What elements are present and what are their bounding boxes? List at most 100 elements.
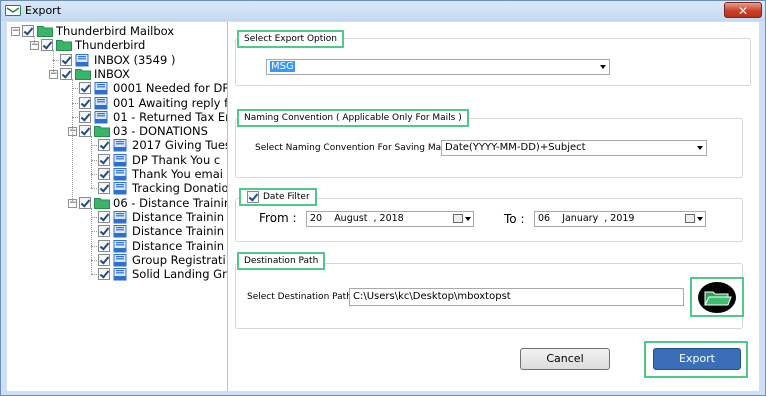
tree-node-label: Solid Landing Gr (132, 267, 227, 282)
tree-checkbox[interactable] (98, 239, 110, 252)
tree-node[interactable]: Solid Landing Gr (7, 267, 227, 282)
mail-icon (113, 268, 127, 281)
tree-node-label: Distance Trainin (132, 209, 225, 224)
tree-node[interactable]: Tracking Donatio (7, 181, 227, 196)
destination-label: Select Destination Path (247, 292, 352, 302)
from-month: August (334, 213, 368, 224)
tree-node[interactable]: Distance Trainin (7, 210, 227, 225)
tree-node-label: DP Thank You c (132, 152, 221, 167)
naming-convention-dropdown[interactable]: Date(YYYY-MM-DD)+Subject (441, 140, 707, 156)
tree-checkbox[interactable] (22, 25, 34, 37)
tree-checkbox[interactable] (98, 139, 110, 152)
tree-node-label: 0001 Needed for DP (113, 81, 228, 96)
to-date-picker[interactable]: 06 January , 2019 (534, 211, 706, 227)
tree-node[interactable]: − INBOX (7, 67, 227, 82)
tree-checkbox[interactable] (79, 96, 91, 109)
mail-icon (94, 96, 108, 110)
tree-checkbox[interactable] (98, 168, 110, 180)
tree-node-label: Thank You emai (132, 167, 223, 181)
tree-node-label: 2017 Giving Tues (132, 138, 228, 153)
tree-checkbox[interactable] (79, 110, 91, 123)
window-title: Export (25, 4, 62, 17)
calendar-icon[interactable] (453, 214, 463, 223)
mail-icon (75, 53, 89, 67)
chevron-down-icon (600, 65, 606, 69)
folder-tree[interactable]: − Thunderbird Mailbox − Thunderbird INBOX (3… (7, 22, 228, 391)
tree-checkbox[interactable] (98, 210, 110, 223)
destination-legend: Destination Path (237, 252, 326, 270)
chevron-down-icon (465, 217, 471, 221)
tree-node-label: Group Registrati (132, 252, 226, 267)
tree-checkbox[interactable] (79, 82, 91, 95)
mail-icon (94, 110, 108, 124)
cancel-button[interactable]: Cancel (520, 348, 610, 370)
from-date-picker[interactable]: 20 August , 2018 (306, 211, 474, 227)
tree-node[interactable]: 01 - Returned Tax Er (7, 110, 227, 125)
to-month: January (562, 213, 599, 224)
from-day: 20 (310, 213, 323, 224)
tree-node[interactable]: Group Registrati (7, 253, 227, 268)
tree-checkbox[interactable] (98, 225, 110, 238)
tree-checkbox[interactable] (60, 53, 72, 66)
mail-icon (113, 139, 127, 152)
folder-open-icon[interactable] (697, 281, 737, 314)
close-button[interactable]: ✕ (724, 2, 762, 18)
tree-checkbox[interactable] (98, 268, 110, 281)
tree-checkbox[interactable] (98, 153, 110, 166)
export-format-dropdown[interactable]: MSG (266, 59, 610, 75)
title-bar[interactable]: Export ✕ (1, 1, 765, 21)
tree-node-label: Thunderbird Mailbox (56, 24, 175, 38)
tree-guide-line (91, 136, 92, 189)
tree-checkbox[interactable] (98, 182, 110, 195)
tree-expander[interactable]: − (11, 27, 20, 36)
destination-path-input[interactable]: C:\Users\kc\Desktop\mboxtopst (349, 288, 684, 306)
tree-node[interactable]: − Thunderbird (7, 38, 227, 53)
tree-node-label: 03 - DONATIONS (113, 124, 208, 139)
tree-node[interactable]: 2017 Giving Tues (7, 138, 227, 153)
calendar-icon[interactable] (685, 214, 695, 223)
tree-node[interactable]: 001 Awaiting reply fro (7, 96, 227, 111)
naming-convention-label: Select Naming Convention For Saving Mail… (255, 143, 451, 153)
tree-node[interactable]: −03 - DONATIONS (7, 124, 227, 139)
tree-node[interactable]: 0001 Needed for DP (7, 81, 227, 96)
mail-icon (94, 82, 108, 95)
mail-icon (113, 182, 127, 195)
mail-icon (113, 239, 127, 253)
tree-guide-line (72, 78, 73, 203)
naming-convention-value: Date(YYYY-MM-DD)+Subject (445, 142, 586, 153)
date-filter-checkbox[interactable] (247, 191, 259, 203)
dialog-body: − Thunderbird Mailbox − Thunderbird INBOX (3… (7, 22, 759, 391)
tree-node[interactable]: −06 - Distance Trainin (7, 196, 227, 211)
tree-node-label: 06 - Distance Trainin (113, 195, 228, 210)
export-button[interactable]: Export (653, 348, 741, 370)
tree-checkbox[interactable] (79, 196, 91, 209)
chevron-down-icon (697, 146, 703, 150)
tree-node[interactable]: Distance Trainin (7, 239, 227, 254)
tree-node-label: 01 - Returned Tax Er (113, 109, 228, 124)
tree-node[interactable]: Distance Trainin (7, 224, 227, 239)
to-day: 06 (538, 213, 551, 224)
tree-node[interactable]: Thank You emai (7, 167, 227, 182)
chevron-down-icon (697, 217, 703, 221)
tree-node-label: Distance Trainin (132, 238, 225, 253)
tree-checkbox[interactable] (98, 253, 110, 266)
to-label: To : (504, 212, 525, 226)
tree-node-label: Distance Trainin (132, 224, 225, 239)
tree-checkbox[interactable] (60, 67, 72, 80)
folder-icon (75, 68, 91, 80)
tree-node[interactable]: DP Thank You c (7, 153, 227, 168)
tree-node-label: 001 Awaiting reply fro (113, 95, 228, 110)
folder-icon (94, 197, 110, 209)
from-year: , 2018 (373, 213, 404, 224)
tree-node[interactable]: − Thunderbird Mailbox (7, 24, 227, 39)
options-pane: Select Export Option MSG Naming Conventi… (228, 22, 759, 391)
folder-icon (94, 125, 110, 138)
tree-checkbox[interactable] (41, 39, 53, 52)
export-format-value: MSG (270, 61, 295, 72)
mail-icon (113, 253, 127, 267)
tree-node[interactable]: INBOX (3549 ) (7, 53, 227, 68)
tree-guide-line (91, 207, 92, 275)
tree-checkbox[interactable] (79, 125, 91, 138)
to-year: , 2019 (604, 213, 635, 224)
tree-node-label: Thunderbird (75, 38, 146, 53)
